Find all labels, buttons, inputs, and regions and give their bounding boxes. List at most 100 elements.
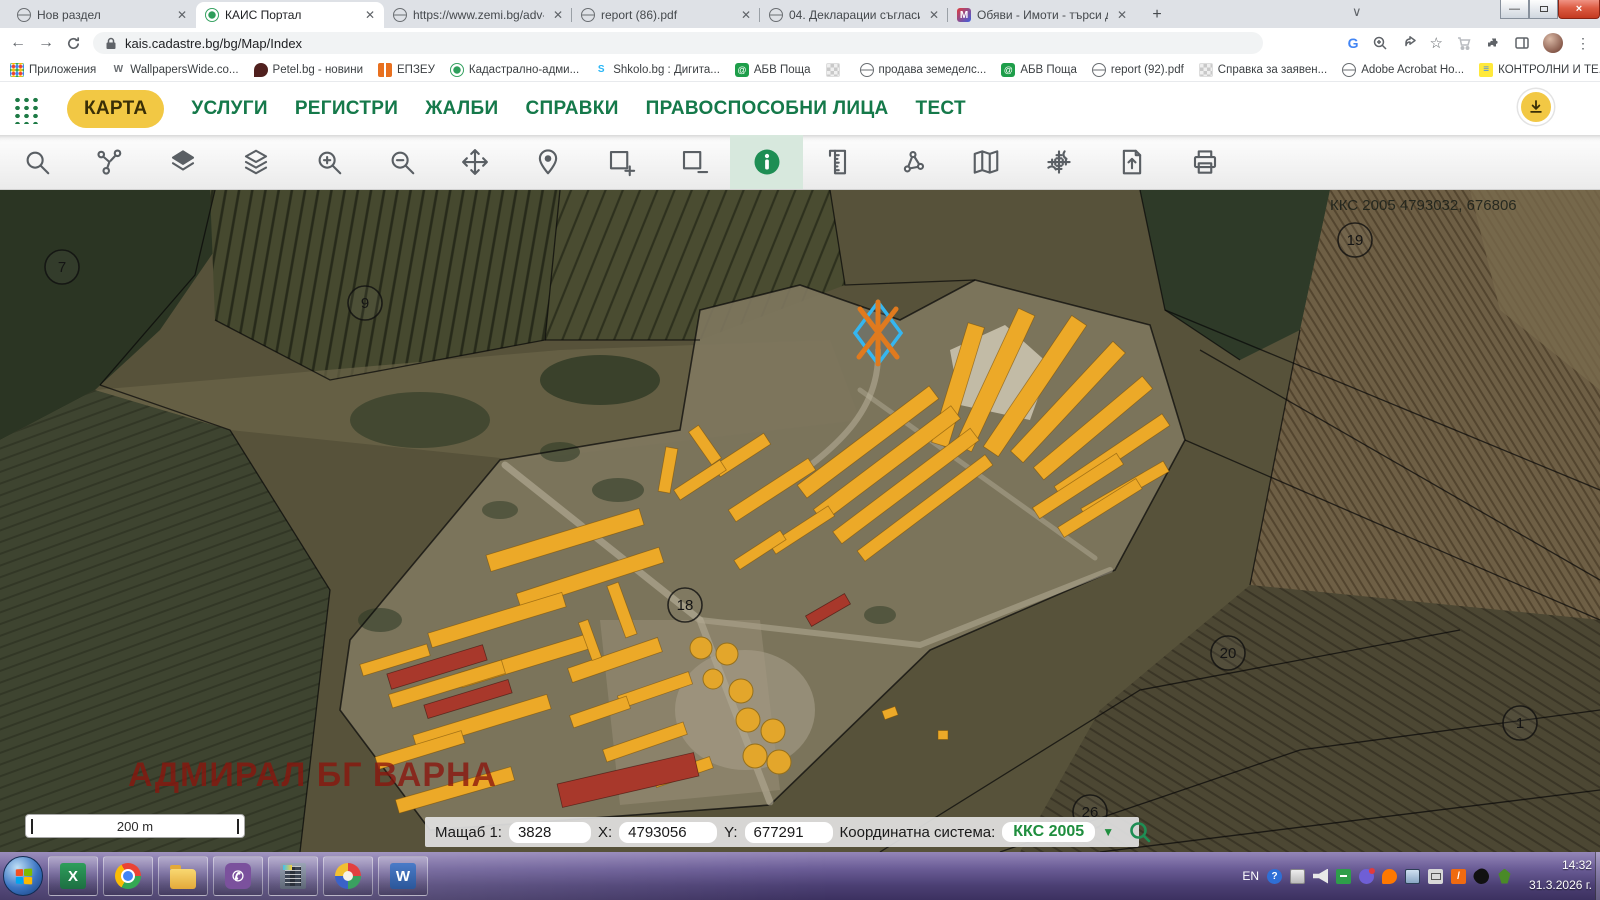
- x-coordinate-input[interactable]: [619, 822, 717, 843]
- bookmark-item[interactable]: WallpapersWide.co...: [111, 63, 238, 77]
- display-icon[interactable]: [1405, 869, 1420, 884]
- tab-close-icon[interactable]: ✕: [926, 8, 942, 22]
- zoom-in-icon[interactable]: [292, 135, 365, 189]
- snip-icon[interactable]: [1290, 869, 1305, 884]
- layers-icon[interactable]: [219, 135, 292, 189]
- browser-menu-icon[interactable]: ⋮: [1576, 35, 1590, 52]
- forward-button[interactable]: →: [38, 35, 54, 51]
- taskbar-app-button[interactable]: [323, 856, 373, 896]
- new-tab-button[interactable]: +: [1144, 2, 1170, 28]
- measure-icon[interactable]: [803, 135, 876, 189]
- map-canvas[interactable]: 79191820126 ККС 2005 4793032, 676806: [0, 190, 1600, 852]
- zoom-out-icon[interactable]: [365, 135, 438, 189]
- taskbar-app-button[interactable]: [48, 856, 98, 896]
- taskbar-clock[interactable]: 14:32 31.3.2026 г.: [1529, 856, 1592, 896]
- profile-avatar[interactable]: [1543, 33, 1563, 53]
- browser-tab[interactable]: report (86).pdf ✕: [572, 2, 760, 28]
- taskbar-app-button[interactable]: [158, 856, 208, 896]
- select-subtract-icon[interactable]: [657, 135, 730, 189]
- bookmark-item[interactable]: [826, 63, 845, 77]
- power-icon[interactable]: [1451, 869, 1466, 884]
- route-icon[interactable]: [73, 135, 146, 189]
- coordinate-search-icon[interactable]: [1127, 819, 1153, 845]
- nav-menu-item[interactable]: РЕГИСТРИ: [295, 98, 398, 120]
- download-button[interactable]: [1518, 89, 1554, 125]
- nav-menu-item[interactable]: ТЕСТ: [916, 98, 966, 120]
- scale-input[interactable]: [509, 822, 591, 843]
- browser-tab[interactable]: 04. Декларации съгласие и спец ✕: [760, 2, 948, 28]
- network-icon[interactable]: [1428, 869, 1443, 884]
- browser-tab[interactable]: Обяви - Имоти - търси да купи ✕: [948, 2, 1136, 28]
- bookmark-item[interactable]: Справка за заявен...: [1199, 63, 1327, 77]
- layers-filled-icon[interactable]: [146, 135, 219, 189]
- bookmark-item[interactable]: АБВ Поща: [1001, 63, 1077, 77]
- info-icon[interactable]: [730, 135, 803, 189]
- crs-dropdown[interactable]: ККС 2005: [1002, 822, 1095, 842]
- bookmark-item[interactable]: Кадастрално-адми...: [450, 63, 579, 77]
- avast-icon[interactable]: [1382, 869, 1397, 884]
- mouse-icon[interactable]: [1471, 866, 1492, 887]
- bookmark-item[interactable]: Приложения: [10, 63, 96, 77]
- url-bar[interactable]: kais.cadastre.bg/bg/Map/Index: [93, 32, 1263, 54]
- language-indicator[interactable]: EN: [1242, 869, 1259, 883]
- bookmark-item[interactable]: Shkolo.bg : Дигита...: [594, 63, 720, 77]
- map-icon[interactable]: [949, 135, 1022, 189]
- tab-search-chevron-icon[interactable]: ∨: [1352, 4, 1362, 20]
- bookmark-item[interactable]: Petel.bg - новини: [254, 63, 363, 77]
- nav-menu-item[interactable]: ПРАВОСПОСОБНИ ЛИЦА: [646, 98, 889, 120]
- teamviewer-icon[interactable]: [1336, 869, 1351, 884]
- viber-tray-icon[interactable]: [1359, 869, 1374, 884]
- side-panel-icon[interactable]: [1514, 35, 1530, 51]
- plant-icon[interactable]: [1497, 869, 1512, 884]
- zoom-lens-icon[interactable]: [1372, 35, 1388, 51]
- crs-dropdown-caret-icon[interactable]: ▼: [1102, 825, 1114, 839]
- nav-menu-item[interactable]: КАРТА: [67, 90, 164, 128]
- bookmark-item[interactable]: АБВ Поща: [735, 63, 811, 77]
- print-icon[interactable]: [1168, 135, 1241, 189]
- search-icon[interactable]: [0, 135, 73, 189]
- show-desktop-button[interactable]: [1595, 852, 1600, 900]
- tab-close-icon[interactable]: ✕: [174, 8, 190, 22]
- polygon-icon[interactable]: [876, 135, 949, 189]
- export-icon[interactable]: [1095, 135, 1168, 189]
- browser-tab[interactable]: КАИС Портал ✕: [196, 2, 384, 28]
- nav-menu-item[interactable]: ЖАЛБИ: [425, 98, 498, 120]
- bookmark-item[interactable]: report (92).pdf: [1092, 63, 1184, 77]
- taskbar-app-button[interactable]: [378, 856, 428, 896]
- cart-icon[interactable]: [1456, 35, 1472, 51]
- start-button[interactable]: [3, 856, 43, 896]
- coordinates-icon[interactable]: [1022, 135, 1095, 189]
- back-button[interactable]: ←: [10, 35, 26, 51]
- y-coordinate-input[interactable]: [745, 822, 833, 843]
- bookmark-item[interactable]: продава земеделс...: [860, 63, 987, 77]
- location-icon[interactable]: [511, 135, 584, 189]
- select-add-icon[interactable]: [584, 135, 657, 189]
- close-button[interactable]: ×: [1558, 0, 1600, 19]
- nav-menu-item[interactable]: УСЛУГИ: [191, 98, 267, 120]
- tab-close-icon[interactable]: ✕: [738, 8, 754, 22]
- minimize-button[interactable]: —: [1500, 0, 1529, 19]
- reload-button[interactable]: [66, 36, 81, 51]
- taskbar-app-button[interactable]: [103, 856, 153, 896]
- bookmark-star-icon[interactable]: ☆: [1430, 34, 1443, 52]
- share-icon[interactable]: [1401, 35, 1417, 51]
- tab-close-icon[interactable]: ✕: [362, 8, 378, 22]
- pan-icon[interactable]: [438, 135, 511, 189]
- taskbar-app-button[interactable]: [268, 856, 318, 896]
- nav-menu-item[interactable]: СПРАВКИ: [525, 98, 618, 120]
- browser-tab[interactable]: https://www.zemi.bg/adv-search ✕: [384, 2, 572, 28]
- selected-parcel-marker[interactable]: [855, 302, 901, 364]
- taskbar-app-button[interactable]: [213, 856, 263, 896]
- app-grid-icon[interactable]: [12, 94, 40, 124]
- tab-close-icon[interactable]: ✕: [1114, 8, 1130, 22]
- browser-tab[interactable]: Нов раздел ✕: [8, 2, 196, 28]
- speaker-icon[interactable]: [1313, 869, 1328, 884]
- extensions-puzzle-icon[interactable]: [1485, 35, 1501, 51]
- bookmark-item[interactable]: КОНТРОЛНИ И ТЕ...: [1479, 63, 1600, 77]
- bookmark-item[interactable]: ЕПЗЕУ: [378, 63, 435, 77]
- bookmark-item[interactable]: Adobe Acrobat Ho...: [1342, 63, 1464, 77]
- google-icon[interactable]: G: [1348, 35, 1359, 51]
- maximize-button[interactable]: [1529, 0, 1558, 19]
- tab-close-icon[interactable]: ✕: [550, 8, 566, 22]
- help-icon[interactable]: [1267, 869, 1282, 884]
